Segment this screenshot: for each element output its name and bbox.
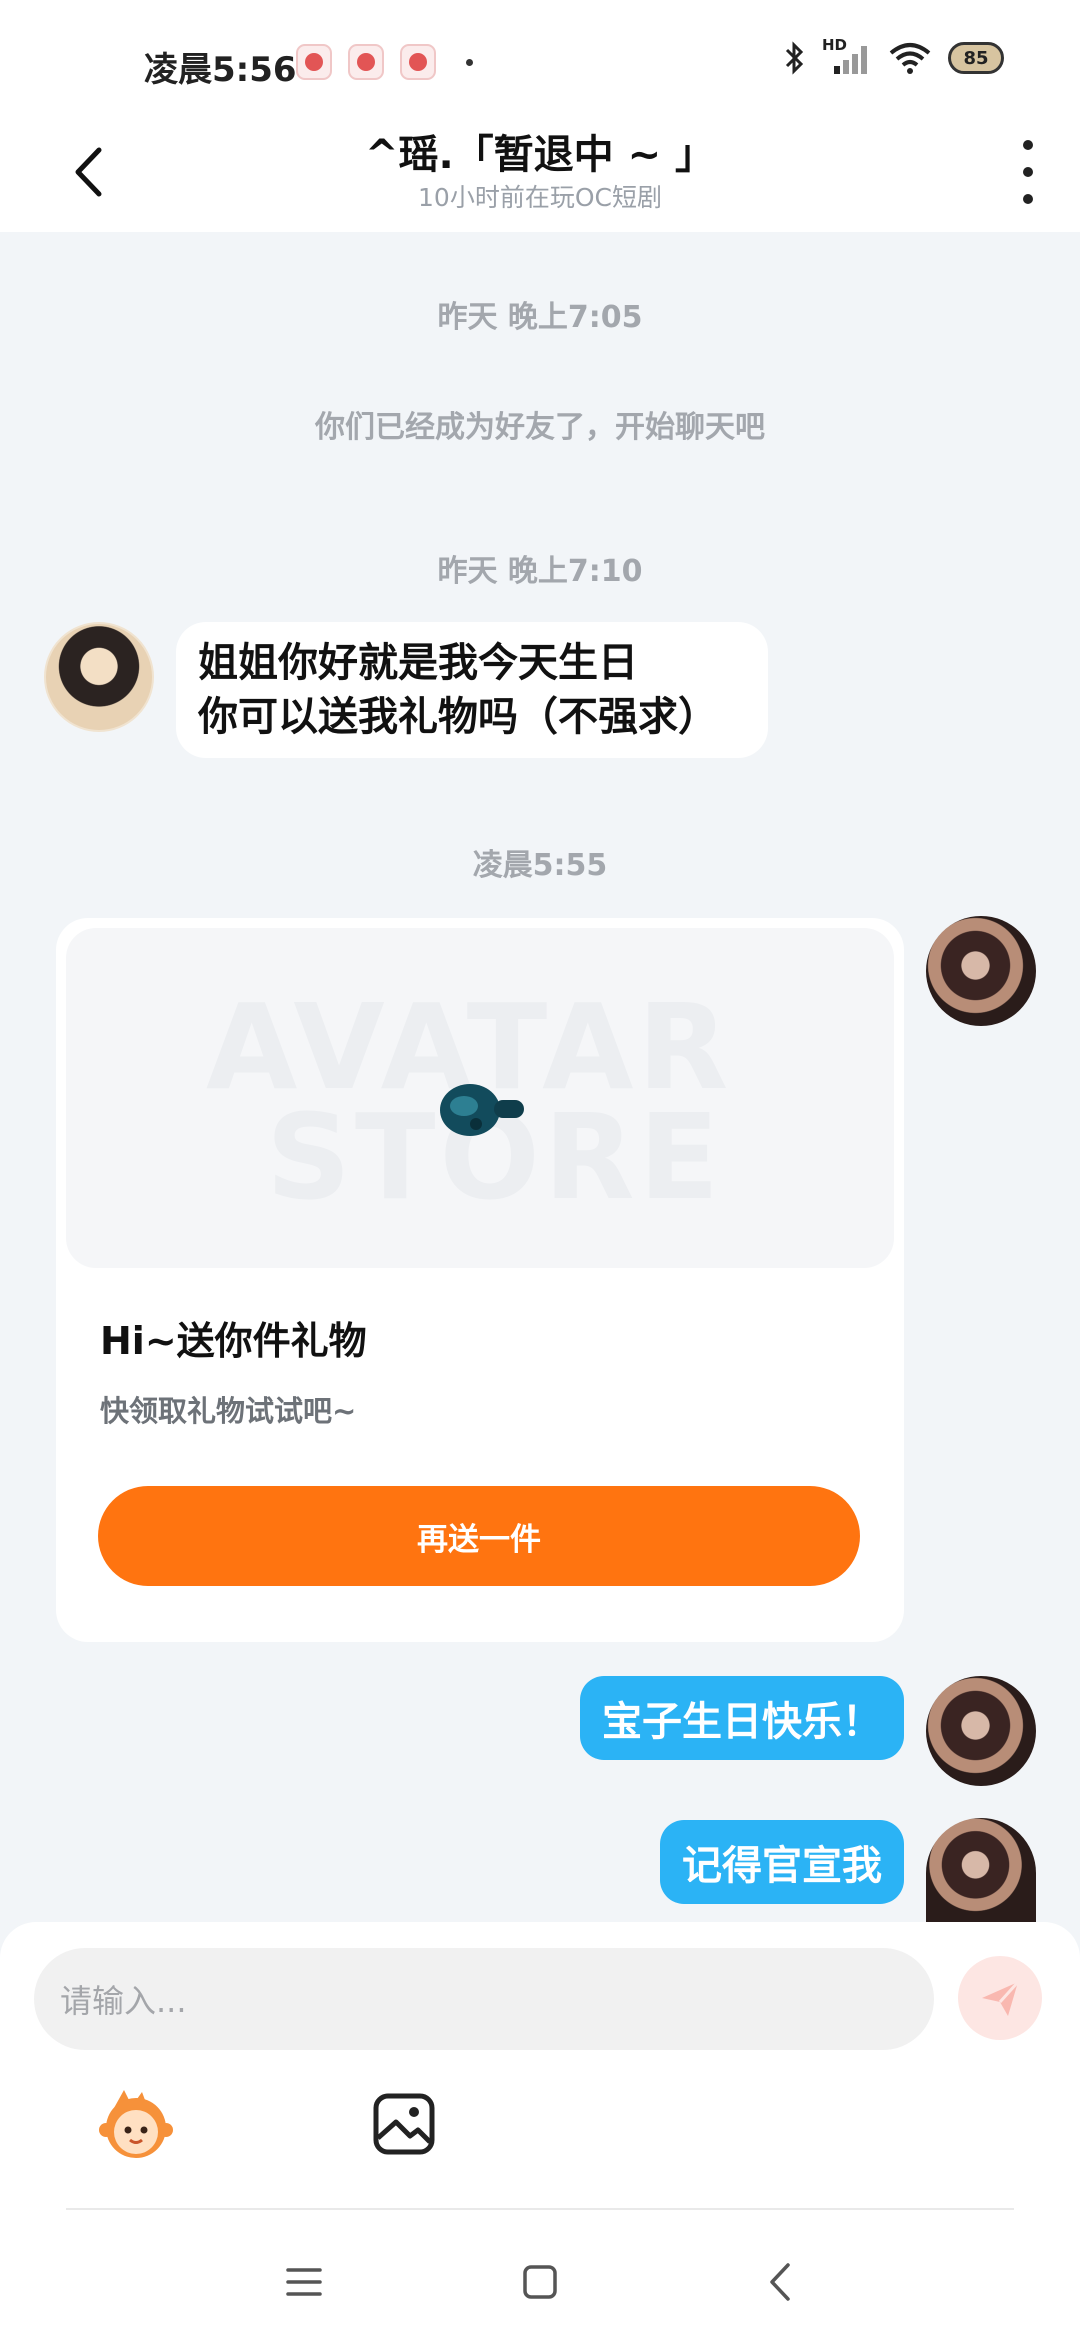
- message-text: 宝子生日快乐！: [602, 1699, 882, 1745]
- battery-icon: 85: [948, 42, 1004, 74]
- signal-icon: HD: [822, 36, 872, 76]
- send-button[interactable]: [958, 1956, 1042, 2040]
- divider: [66, 2208, 1014, 2210]
- bluetooth-icon: [785, 41, 804, 75]
- more-notifications-dot: [466, 58, 473, 66]
- home-button[interactable]: [510, 2252, 570, 2312]
- mascot-sticker-icon: [99, 2090, 173, 2158]
- more-options-button[interactable]: [1016, 140, 1040, 204]
- gift-description: 快领取礼物试试吧~: [100, 1394, 357, 1428]
- wifi-icon: [889, 43, 931, 74]
- message-text: 姐姐你好就是我今天生日: [198, 640, 638, 686]
- outgoing-message-bubble: 宝子生日快乐！: [580, 1676, 904, 1760]
- my-avatar[interactable]: [926, 1676, 1036, 1786]
- pacifier-gift-icon: [440, 1084, 524, 1136]
- my-avatar[interactable]: [926, 916, 1036, 1026]
- app-notification-icon: [296, 44, 332, 80]
- status-indicators: HD 85: [784, 36, 1004, 76]
- outgoing-message-bubble: 记得官宣我: [660, 1820, 904, 1904]
- app-notification-icon: [348, 44, 384, 80]
- vertical-dots-icon: [1023, 140, 1033, 150]
- message-timestamp: 昨天 晚上7:10: [437, 554, 643, 589]
- chat-header: ^瑶.「暂退中 ~ 」 10小时前在玩OC短剧: [0, 112, 1080, 232]
- paper-plane-icon: [982, 1980, 1020, 2016]
- notification-icons: [296, 44, 473, 80]
- message-text: 记得官宣我: [682, 1843, 882, 1889]
- chat-subtitle: 10小时前在玩OC短剧: [418, 183, 662, 212]
- gift-preview: AVATAR STORE: [66, 928, 894, 1268]
- menu-icon: [286, 2268, 322, 2296]
- system-navigation-bar: [0, 2222, 1080, 2340]
- image-picker-button[interactable]: [364, 2084, 444, 2164]
- message-timestamp: 凌晨5:55: [472, 848, 608, 883]
- message-input[interactable]: 请输入...: [34, 1948, 934, 2050]
- system-back-button[interactable]: [750, 2252, 810, 2312]
- battery-level: 85: [963, 47, 989, 69]
- sticker-button[interactable]: [96, 2084, 176, 2164]
- message-timestamp: 昨天 晚上7:05: [437, 300, 643, 335]
- input-placeholder: 请输入...: [60, 1982, 187, 2020]
- friend-added-notice: 你们已经成为好友了，开始聊天吧: [315, 410, 765, 445]
- incoming-message-bubble: 姐姐你好就是我今天生日 你可以送我礼物吗（不强求）: [176, 622, 768, 758]
- app-notification-icon: [400, 44, 436, 80]
- back-icon: [770, 2263, 790, 2301]
- recent-apps-button[interactable]: [274, 2252, 334, 2312]
- gift-card[interactable]: AVATAR STORE Hi~送你件礼物 快领取礼物试试吧~ 再送一件: [56, 918, 904, 1642]
- contact-avatar[interactable]: [44, 622, 154, 732]
- status-time: 凌晨5:56: [144, 50, 297, 90]
- image-icon: [373, 2093, 435, 2155]
- status-bar: 凌晨5:56 HD 85: [0, 0, 1080, 112]
- message-text: 你可以送我礼物吗（不强求）: [198, 694, 718, 740]
- my-avatar[interactable]: [926, 1818, 1036, 1922]
- gift-title: Hi~送你件礼物: [100, 1319, 367, 1363]
- home-icon: [523, 2265, 557, 2299]
- send-another-gift-button[interactable]: 再送一件: [98, 1486, 860, 1586]
- chat-title: ^瑶.「暂退中 ~ 」: [364, 132, 716, 178]
